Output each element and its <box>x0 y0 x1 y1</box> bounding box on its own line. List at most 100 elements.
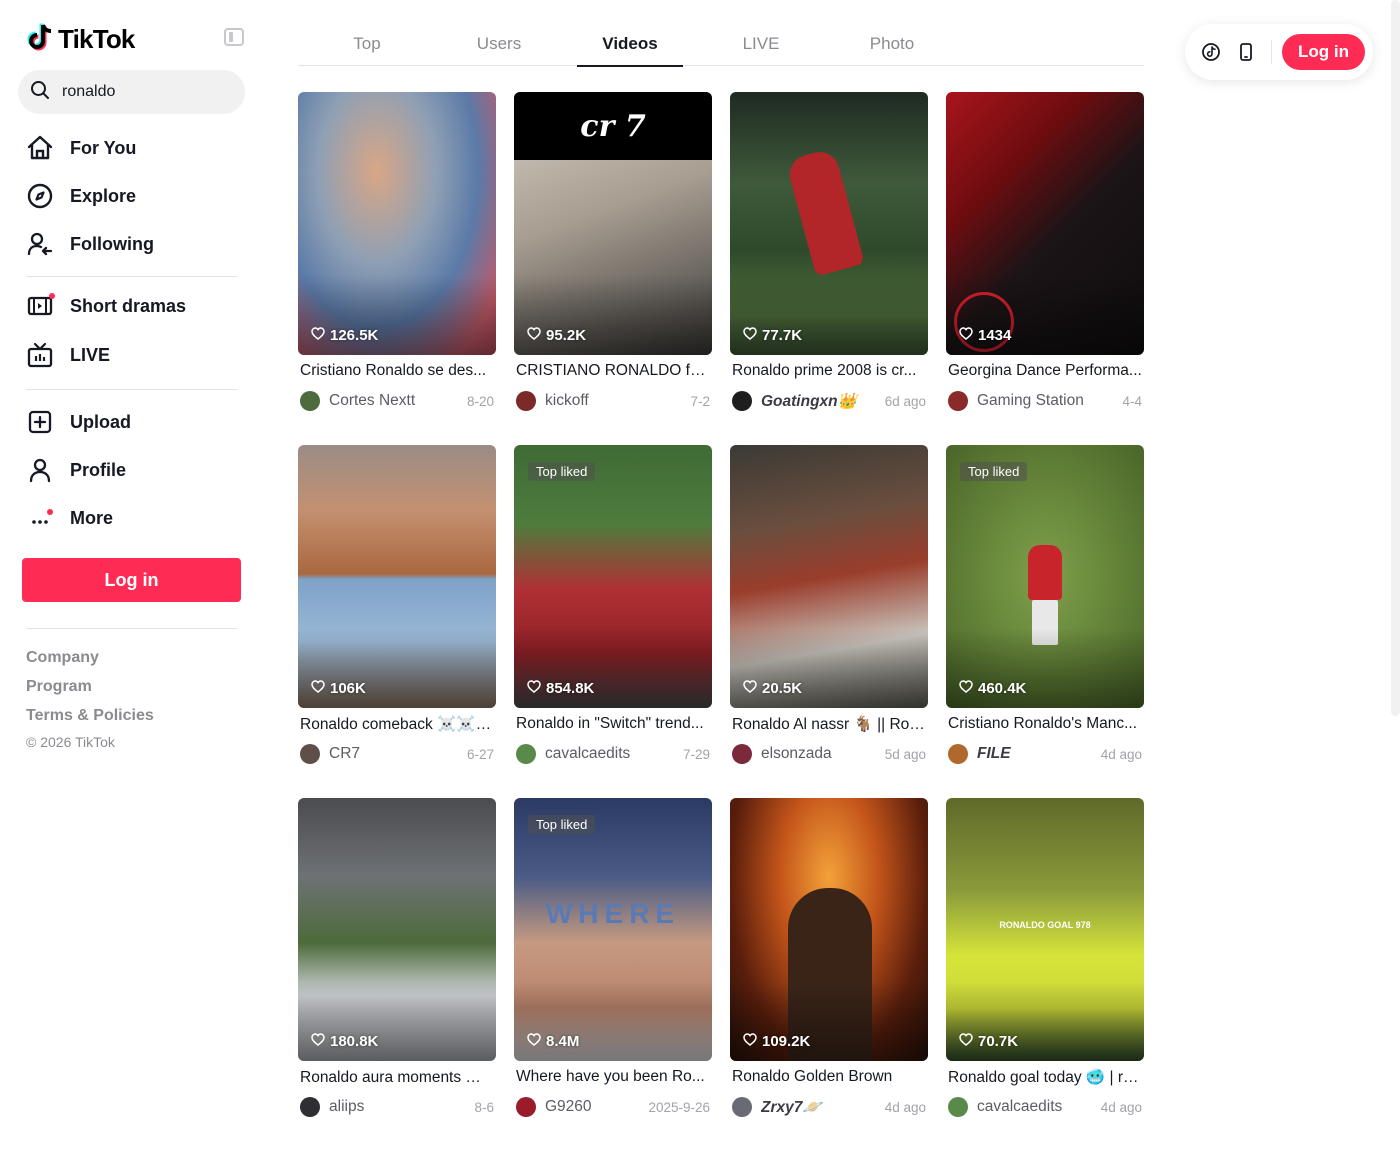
author-name[interactable]: Goatingxn👑 <box>761 392 881 411</box>
video-card[interactable]: 77.7K Ronaldo prime 2008 is cr... Goatin… <box>730 92 928 422</box>
header-login-button[interactable]: Log in <box>1282 34 1365 70</box>
avatar[interactable] <box>948 1097 968 1117</box>
video-card[interactable]: 126.5K Cristiano Ronaldo se des... Corte… <box>298 92 496 422</box>
tab-live[interactable]: LIVE <box>708 22 814 66</box>
heart-icon <box>743 327 757 344</box>
video-title[interactable]: CRISTIANO RONALDO for... <box>516 362 710 380</box>
author-name[interactable]: cavalcaedits <box>545 745 679 763</box>
author-name[interactable]: kickoff <box>545 392 686 410</box>
video-card[interactable]: 180.8K Ronaldo aura moments ☠️... aliips… <box>298 798 496 1128</box>
video-thumbnail[interactable]: Top liked 854.8K <box>514 445 712 708</box>
author-name[interactable]: G9260 <box>545 1098 644 1116</box>
video-thumbnail[interactable]: 77.7K <box>730 92 928 355</box>
avatar[interactable] <box>516 744 536 764</box>
video-thumbnail[interactable]: Top liked 460.4K <box>946 445 1144 708</box>
nav-explore[interactable]: Explore <box>24 176 136 216</box>
nav-for-you[interactable]: For You <box>24 128 136 168</box>
video-card[interactable]: WHERE Top liked 8.4M Where have you been… <box>514 798 712 1128</box>
search-bar[interactable] <box>18 70 245 114</box>
video-title[interactable]: Ronaldo in "Switch" trend... <box>516 715 710 733</box>
sidebar: TikTok For You Explore Following Sh <box>0 0 262 1150</box>
search-input[interactable] <box>62 83 212 101</box>
avatar[interactable] <box>516 391 536 411</box>
video-title[interactable]: Ronaldo aura moments ☠️... <box>300 1068 494 1087</box>
video-thumbnail[interactable]: 106K <box>298 445 496 708</box>
avatar[interactable] <box>300 1097 320 1117</box>
nav-label: Upload <box>70 411 131 432</box>
video-title[interactable]: Where have you been Ro... <box>516 1068 710 1086</box>
video-card[interactable]: RONALDO GOAL 978 70.7K Ronaldo goal toda… <box>946 798 1144 1128</box>
avatar[interactable] <box>948 744 968 764</box>
nav-more[interactable]: More <box>24 498 113 538</box>
like-count-text: 126.5K <box>330 327 379 344</box>
video-title[interactable]: Ronaldo Golden Brown <box>732 1068 926 1086</box>
avatar[interactable] <box>300 391 320 411</box>
video-thumbnail[interactable]: WHERE Top liked 8.4M <box>514 798 712 1061</box>
video-card[interactable]: 1434 Georgina Dance Performa... Gaming S… <box>946 92 1144 422</box>
video-thumbnail[interactable]: cr 7 95.2K <box>514 92 712 355</box>
avatar[interactable] <box>732 744 752 764</box>
video-card[interactable]: cr 7 95.2K CRISTIANO RONALDO for... kick… <box>514 92 712 422</box>
video-thumbnail[interactable]: 1434 <box>946 92 1144 355</box>
collapse-sidebar-icon[interactable] <box>224 28 244 46</box>
video-title[interactable]: Ronaldo comeback ☠️☠️ |... <box>300 715 494 734</box>
author-name[interactable]: elsonzada <box>761 745 881 763</box>
footer-link-terms[interactable]: Terms & Policies <box>26 707 154 725</box>
video-thumbnail[interactable]: 180.8K <box>298 798 496 1061</box>
avatar[interactable] <box>516 1097 536 1117</box>
avatar[interactable] <box>732 391 752 411</box>
video-title[interactable]: Cristiano Ronaldo's Manc... <box>948 715 1142 733</box>
nav-live[interactable]: LIVE <box>24 335 110 375</box>
author-name[interactable]: cavalcaedits <box>977 1098 1097 1116</box>
avatar[interactable] <box>948 391 968 411</box>
page-scrollbar[interactable] <box>1391 0 1400 716</box>
tiktok-logo[interactable]: TikTok <box>26 22 135 57</box>
video-title[interactable]: Ronaldo prime 2008 is cr... <box>732 362 926 380</box>
video-title[interactable]: Georgina Dance Performa... <box>948 362 1142 380</box>
video-title[interactable]: Cristiano Ronaldo se des... <box>300 362 494 380</box>
nav-following[interactable]: Following <box>24 224 154 264</box>
tab-users[interactable]: Users <box>446 22 552 66</box>
nav-upload[interactable]: Upload <box>24 402 131 442</box>
nav-label: More <box>70 507 114 528</box>
tiktok-logo-icon <box>26 22 54 57</box>
video-card[interactable]: 109.2K Ronaldo Golden Brown Zrxy7🪐 4d ag… <box>730 798 928 1128</box>
video-card[interactable]: Top liked 854.8K Ronaldo in "Switch" tre… <box>514 445 712 775</box>
like-count: 8.4M <box>527 1033 579 1050</box>
avatar[interactable] <box>300 744 320 764</box>
video-card[interactable]: 106K Ronaldo comeback ☠️☠️ |... CR7 6-27 <box>298 445 496 775</box>
nav-profile[interactable]: Profile <box>24 450 126 490</box>
footer-link-company[interactable]: Company <box>26 649 99 667</box>
post-date: 5d ago <box>884 746 926 762</box>
video-thumbnail[interactable]: RONALDO GOAL 978 70.7K <box>946 798 1144 1061</box>
footer-link-program[interactable]: Program <box>26 678 92 696</box>
tab-photo[interactable]: Photo <box>839 22 945 66</box>
like-count: 106K <box>311 680 366 697</box>
author-name[interactable]: Cortes Nextt <box>329 392 463 410</box>
author-name[interactable]: Zrxy7🪐 <box>761 1098 881 1117</box>
player-figure <box>1028 545 1062 600</box>
logo-text: TikTok <box>58 24 135 54</box>
video-card[interactable]: 20.5K Ronaldo Al nassr 🐐 || Ron... elson… <box>730 445 928 775</box>
like-count-text: 8.4M <box>546 1033 580 1050</box>
like-count: 77.7K <box>743 327 802 344</box>
avatar[interactable] <box>732 1097 752 1117</box>
author-name[interactable]: aliips <box>329 1098 470 1116</box>
post-date: 7-2 <box>690 393 710 409</box>
nav-short-dramas[interactable]: Short dramas <box>24 286 186 326</box>
author-name[interactable]: FILE <box>977 745 1097 763</box>
video-thumbnail[interactable]: 20.5K <box>730 445 928 708</box>
tiktok-studio-icon[interactable] <box>1199 40 1223 64</box>
author-name[interactable]: Gaming Station <box>977 392 1118 410</box>
sidebar-login-button[interactable]: Log in <box>22 558 241 602</box>
author-name[interactable]: CR7 <box>329 745 463 763</box>
like-count: 70.7K <box>959 1033 1018 1050</box>
get-app-phone-icon[interactable] <box>1234 40 1258 64</box>
video-title[interactable]: Ronaldo goal today 🥶 | ro... <box>948 1068 1142 1087</box>
video-card[interactable]: Top liked 460.4K Cristiano Ronaldo's Man… <box>946 445 1144 775</box>
video-thumbnail[interactable]: 109.2K <box>730 798 928 1061</box>
tab-videos[interactable]: Videos <box>577 22 683 67</box>
video-title[interactable]: Ronaldo Al nassr 🐐 || Ron... <box>732 715 926 734</box>
tab-top[interactable]: Top <box>314 22 420 66</box>
video-thumbnail[interactable]: 126.5K <box>298 92 496 355</box>
